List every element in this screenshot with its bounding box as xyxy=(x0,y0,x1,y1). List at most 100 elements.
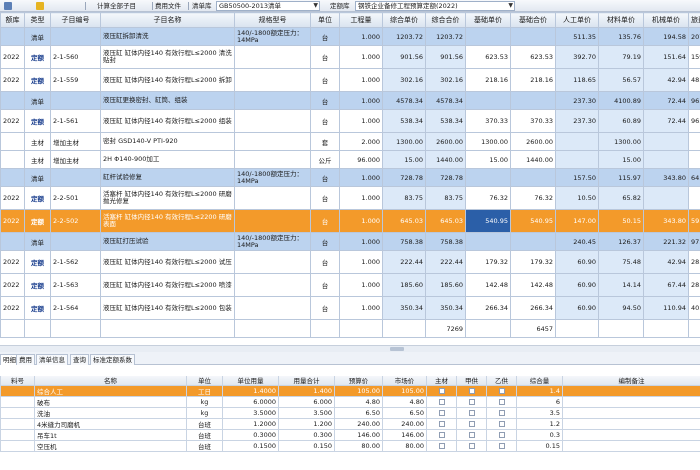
checkbox-cell[interactable] xyxy=(486,396,517,408)
cell-spec[interactable] xyxy=(234,68,311,92)
cell-spec[interactable] xyxy=(234,132,311,151)
cell-base[interactable]: 623.53 xyxy=(465,45,511,69)
checkbox[interactable] xyxy=(438,421,445,427)
cell-total[interactable]: 222.44 xyxy=(425,250,466,274)
cell-mat[interactable]: 126.37 xyxy=(598,232,644,251)
cell-spec[interactable] xyxy=(234,296,311,320)
horizontal-scrollbar[interactable] xyxy=(0,345,700,352)
cell-qty[interactable]: 1.000 xyxy=(339,209,383,233)
cell-price[interactable]: 83.75 xyxy=(382,186,426,210)
checkbox-cell[interactable] xyxy=(486,418,517,430)
cell-base[interactable]: 179.32 xyxy=(465,250,511,274)
arrow-icon[interactable] xyxy=(4,2,12,10)
cell-mat[interactable]: 1300.00 xyxy=(598,132,644,151)
cell-travel[interactable] xyxy=(688,186,700,210)
cell-mat[interactable]: 56.57 xyxy=(598,68,644,92)
col-party-b[interactable]: 乙供 xyxy=(486,376,517,386)
material-row[interactable]: 主材 增加主材 密封 GSD140-V PTI-920 套 2.000 1300.00 26… xyxy=(0,132,700,151)
col-code[interactable]: 子目编号 xyxy=(50,12,101,28)
cell-mach[interactable]: 343.80 xyxy=(643,209,689,233)
cell-mach[interactable]: 343.80 xyxy=(643,168,689,187)
cell-base[interactable] xyxy=(465,232,511,251)
cell-u[interactable]: 0.1500 xyxy=(222,440,279,452)
cell-name[interactable]: 液压缸 缸体内径140 有效行程L≤2000 组装 xyxy=(100,109,235,133)
checkbox-cell[interactable] xyxy=(486,407,517,419)
cell-code[interactable] xyxy=(50,232,101,251)
cell-code[interactable]: 2-1-559 xyxy=(50,68,101,92)
cell-type[interactable]: 主材 xyxy=(24,150,51,169)
col-lib[interactable]: 额库 xyxy=(0,12,25,28)
cell-mach[interactable]: 42.94 xyxy=(643,68,689,92)
cell-unit[interactable]: 套 xyxy=(310,132,340,151)
cell-basetotal[interactable]: 142.48 xyxy=(510,273,556,297)
checkbox-cell[interactable] xyxy=(456,418,487,430)
cell-qty[interactable]: 1.000 xyxy=(339,232,383,251)
cell-unit[interactable]: 台 xyxy=(310,250,340,274)
col-unit[interactable]: 单位 xyxy=(310,12,340,28)
cell-m[interactable]: 4.80 xyxy=(382,396,427,408)
cell-unit[interactable]: kg xyxy=(186,407,223,419)
cell-z[interactable]: 3.5 xyxy=(516,407,563,419)
cell-base[interactable]: 142.48 xyxy=(465,273,511,297)
cell-name[interactable]: 液压缸拆卸清洗 xyxy=(100,27,235,46)
cell-travel[interactable]: 96.11 xyxy=(688,109,700,133)
cell-labor[interactable]: 237.30 xyxy=(555,91,599,110)
cell-u[interactable]: 3.5000 xyxy=(222,407,279,419)
checkbox-cell[interactable] xyxy=(456,407,487,419)
cell-base[interactable] xyxy=(465,168,511,187)
cell-code[interactable] xyxy=(0,440,35,452)
cell-name[interactable]: 液压缸 缸体内径140 有效行程L≤2000 清洗贴封 xyxy=(100,45,235,69)
cell-travel[interactable]: 28.48 xyxy=(688,273,700,297)
cell-code[interactable]: 2-2-501 xyxy=(50,186,101,210)
cell-type[interactable]: 定额 xyxy=(24,109,51,133)
star-icon[interactable] xyxy=(36,2,44,10)
checkbox[interactable] xyxy=(468,410,475,416)
cell-remark[interactable] xyxy=(562,429,700,441)
checkbox-cell[interactable] xyxy=(486,429,517,441)
col-budget-price[interactable]: 预算价 xyxy=(334,376,383,386)
cell-type[interactable]: 定额 xyxy=(24,296,51,320)
cell-unit[interactable]: 工日 xyxy=(186,385,223,397)
cell-m[interactable]: 80.00 xyxy=(382,440,427,452)
cell-code[interactable]: 2-1-562 xyxy=(50,250,101,274)
cell-type[interactable]: 定额 xyxy=(24,68,51,92)
calc-all-button[interactable]: 计算全部子目 xyxy=(97,1,136,11)
cell-total[interactable]: 185.60 xyxy=(425,273,466,297)
checkbox-cell[interactable] xyxy=(426,396,457,408)
cell-code[interactable] xyxy=(0,407,35,419)
cell-base[interactable] xyxy=(465,27,511,46)
list-item-row[interactable]: 清单 缸杆试验修复 140/-1800额定压力：14MPa 台 1.000 728.78 7… xyxy=(0,168,700,187)
cell-price[interactable]: 1300.00 xyxy=(382,132,426,151)
checkbox-cell[interactable] xyxy=(426,418,457,430)
quota-row[interactable]: 2022 定额 2-1-564 液压缸 缸体内径140 有效行程L≤2000 包装台 1… xyxy=(0,296,700,320)
cell-total[interactable]: 350.34 xyxy=(425,296,466,320)
cell-price[interactable]: 185.60 xyxy=(382,273,426,297)
cell-z[interactable]: 1.4 xyxy=(516,385,563,397)
checkbox[interactable] xyxy=(468,399,475,405)
cell-type[interactable]: 清单 xyxy=(24,168,51,187)
cell-travel[interactable]: 159.03 xyxy=(688,45,700,69)
cell-basetotal[interactable]: 266.34 xyxy=(510,296,556,320)
cell-spec[interactable]: 140/-1800额定压力：14MPa xyxy=(234,27,311,46)
cell-lib[interactable]: 2022 xyxy=(0,186,25,210)
cell-labor[interactable]: 60.90 xyxy=(555,296,599,320)
cell-lib[interactable]: 2022 xyxy=(0,209,25,233)
cell-labor[interactable]: 60.90 xyxy=(555,250,599,274)
checkbox[interactable] xyxy=(438,388,445,394)
cell-code[interactable]: 2-1-560 xyxy=(50,45,101,69)
checkbox[interactable] xyxy=(468,421,475,427)
cell-mach[interactable]: 72.44 xyxy=(643,109,689,133)
cell-q[interactable]: 1.200 xyxy=(278,418,335,430)
cell-m[interactable]: 105.00 xyxy=(382,385,427,397)
checkbox[interactable] xyxy=(498,432,505,438)
cell-m[interactable]: 146.00 xyxy=(382,429,427,441)
cell-code[interactable] xyxy=(0,396,35,408)
cell-mach[interactable] xyxy=(643,150,689,169)
cell-travel[interactable]: 96.11 xyxy=(688,91,700,110)
col-spec[interactable]: 规格型号 xyxy=(234,12,311,28)
quota-library-select[interactable]: 钢铁企业备修工程预算定额(2022) ▼ xyxy=(355,1,515,11)
checkbox-cell[interactable] xyxy=(426,440,457,452)
checkbox[interactable] xyxy=(438,443,445,449)
cell-p[interactable]: 146.00 xyxy=(334,429,383,441)
cell-base[interactable] xyxy=(465,91,511,110)
